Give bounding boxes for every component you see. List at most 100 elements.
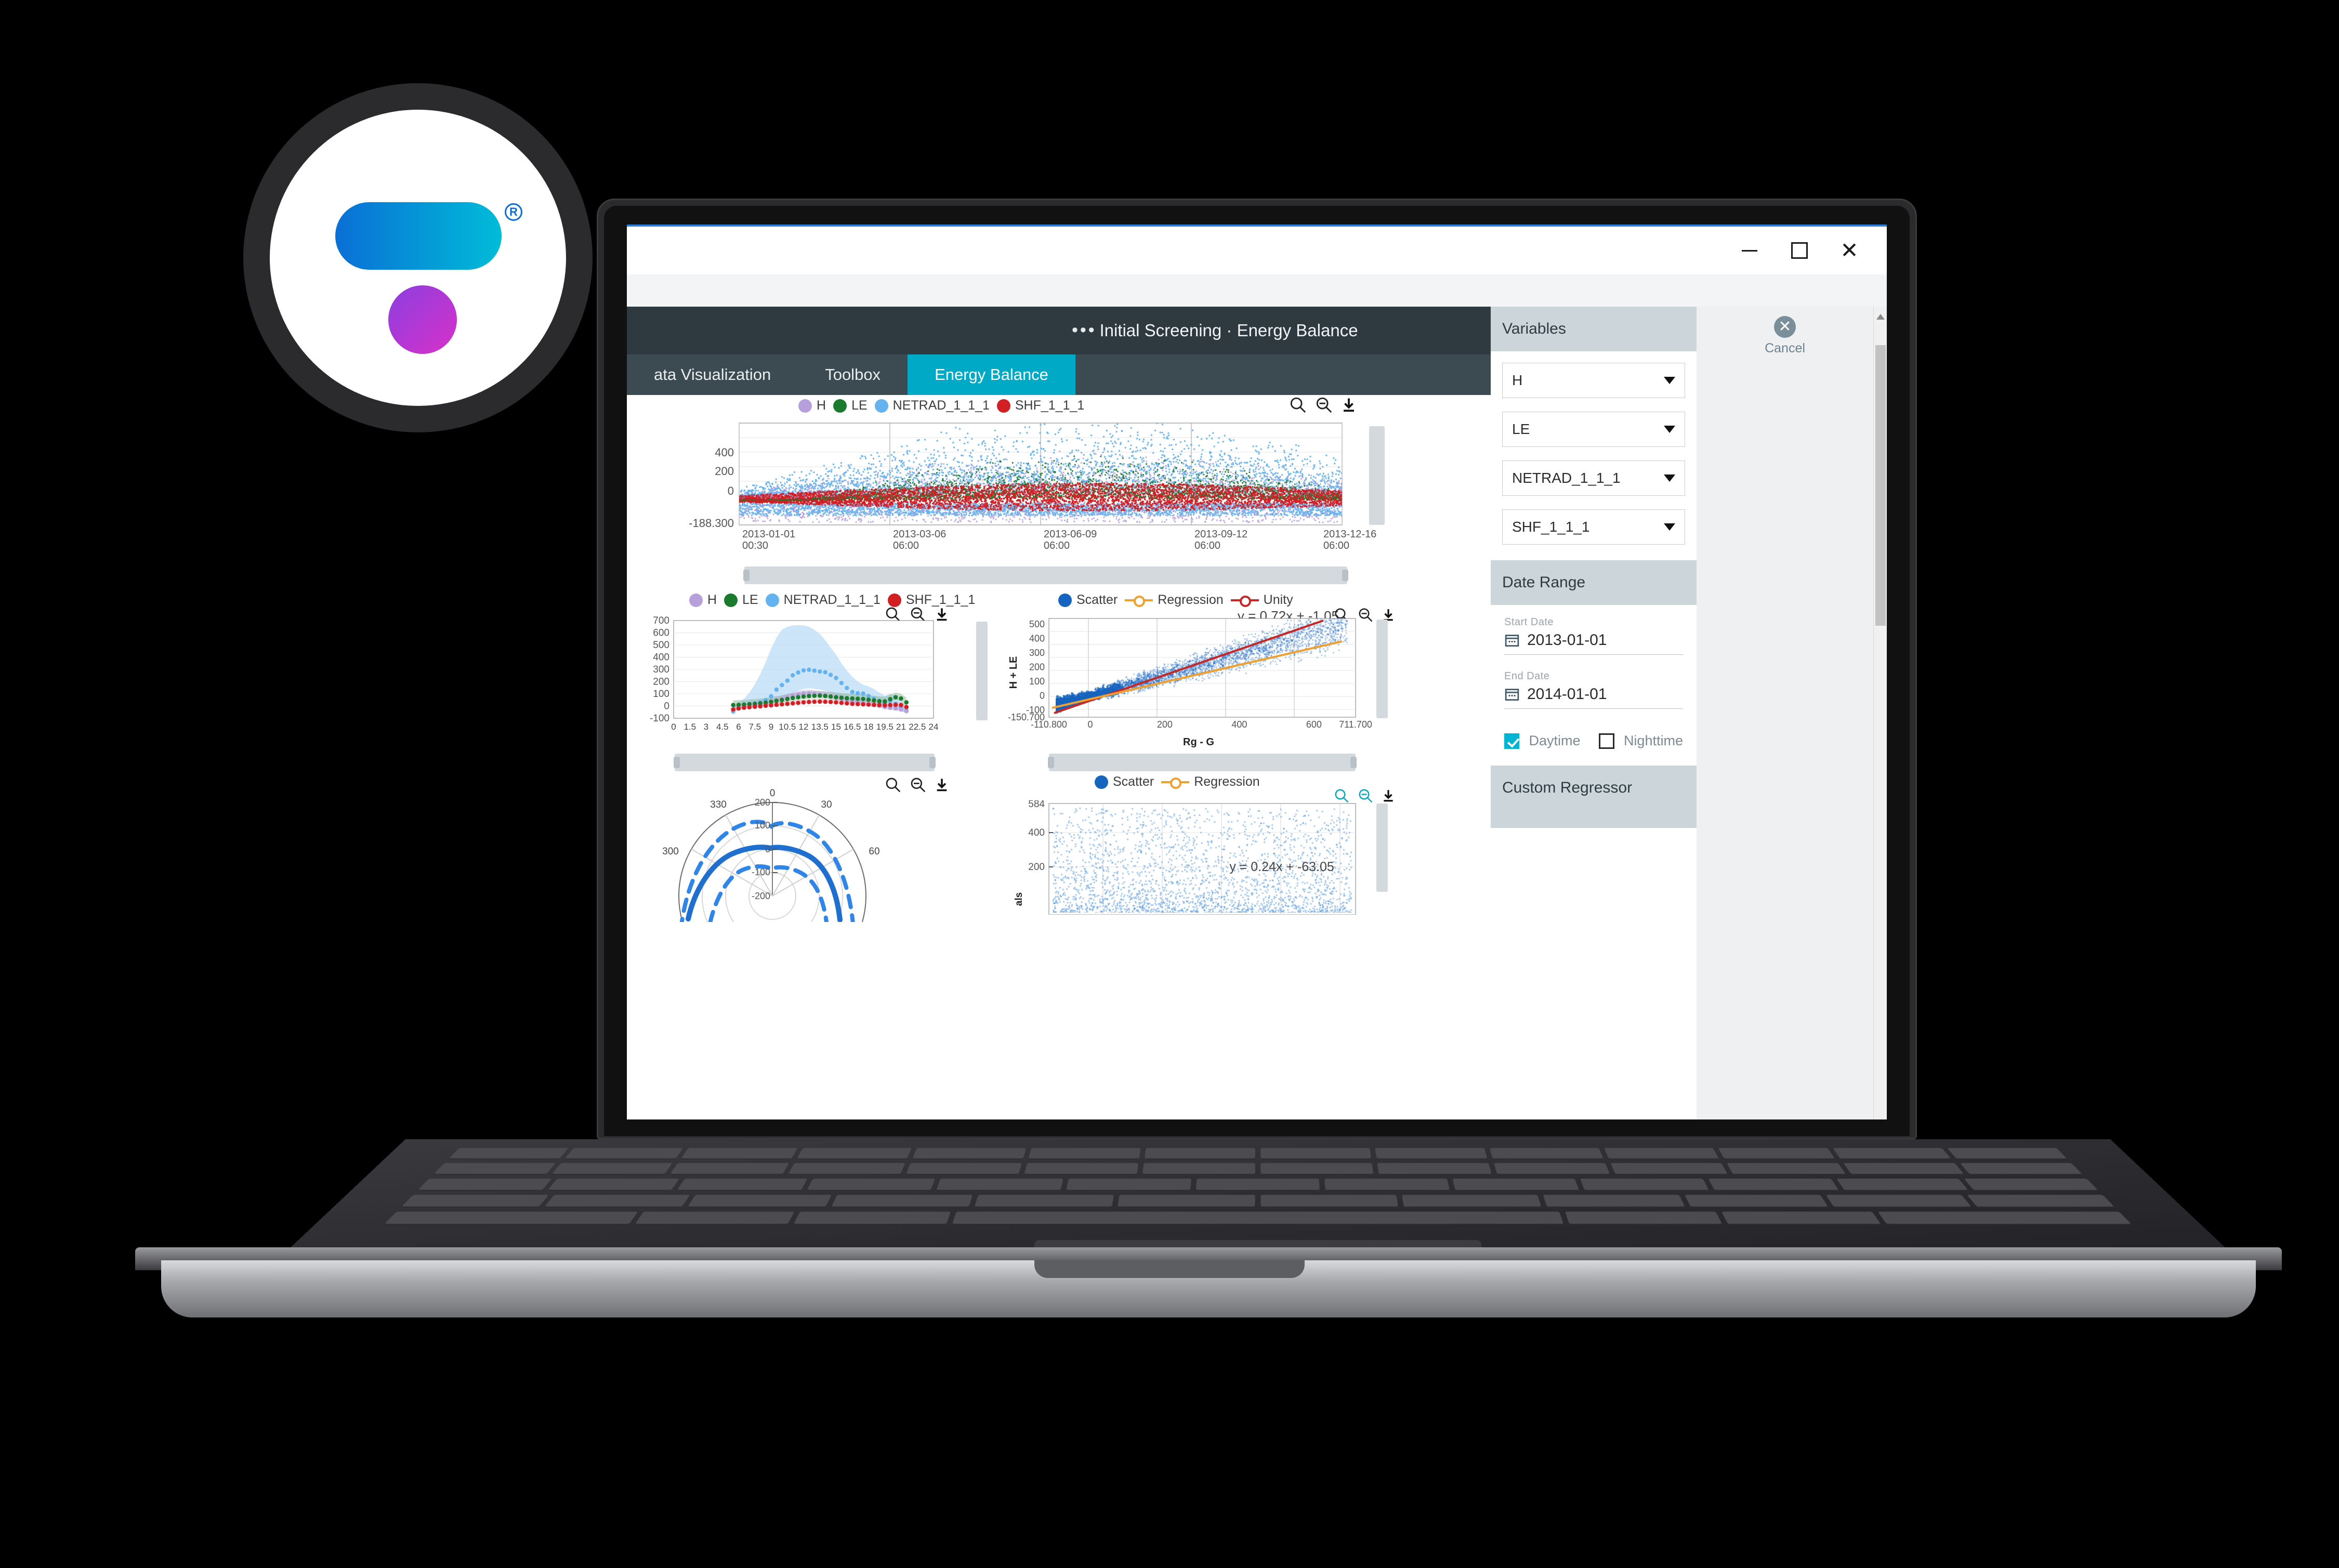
eb-point (1248, 634, 1250, 636)
eb-point (1270, 633, 1273, 635)
legend-item-le[interactable]: LE (833, 398, 868, 413)
eb-ytick: 0 (1040, 691, 1045, 701)
chart-timeseries-vertical-scrollbar[interactable] (1369, 426, 1385, 525)
eb-point (1210, 674, 1212, 676)
eb-point (1297, 644, 1299, 647)
eb-point (1190, 660, 1192, 662)
eb-point (1206, 665, 1208, 667)
chart-diurnal-vertical-scrollbar[interactable] (976, 622, 988, 720)
legend-label-h: H (707, 592, 717, 608)
eb-point (1230, 660, 1232, 662)
eb-point (1310, 652, 1312, 654)
scrollbar-thumb[interactable] (1875, 345, 1886, 626)
download-icon[interactable] (1341, 396, 1357, 414)
eb-point (1291, 640, 1293, 642)
tab-toolbox[interactable]: Toolbox (798, 354, 908, 395)
eb-point (1208, 667, 1210, 669)
eb-point (1334, 638, 1337, 641)
eb-point (1154, 668, 1156, 671)
eb-point (1207, 675, 1209, 677)
eb-point (1239, 667, 1241, 669)
eb-point (1307, 634, 1309, 636)
eb-point (1128, 681, 1130, 683)
eb-point (1276, 651, 1278, 653)
window-scrollbar[interactable] (1873, 307, 1887, 1119)
eb-point (1223, 662, 1225, 664)
legend-item-shf[interactable]: SHF_1_1_1 (887, 592, 975, 608)
zoom-out-icon[interactable] (1315, 396, 1333, 414)
eb-point (1176, 675, 1178, 677)
legend-item-shf[interactable]: SHF_1_1_1 (996, 398, 1084, 413)
eb-point (1305, 631, 1307, 634)
minimize-button[interactable] (1725, 234, 1775, 267)
legend-item-netrad[interactable]: NETRAD_1_1_1 (765, 592, 881, 608)
eb-point (1190, 679, 1192, 681)
eb-point (1245, 673, 1247, 675)
eb-point (1333, 618, 1336, 621)
eb-point (1332, 652, 1335, 654)
diurnal-point (850, 690, 855, 694)
eb-point (1178, 671, 1180, 674)
diurnal-point (845, 686, 849, 690)
eb-point (1290, 654, 1292, 656)
eb-point (1306, 620, 1308, 622)
close-button[interactable]: ✕ (1824, 234, 1874, 267)
eb-point (1237, 666, 1239, 668)
diurnal-point (834, 700, 838, 705)
eb-point (1146, 677, 1148, 679)
legend-item-netrad[interactable]: NETRAD_1_1_1 (874, 398, 990, 413)
overflow-menu-icon[interactable]: ••• (1072, 322, 1097, 339)
legend-swatch-le (724, 593, 738, 607)
eb-point (1219, 644, 1221, 647)
diurnal-point (796, 701, 800, 705)
eb-point (1288, 626, 1290, 628)
diurnal-ytick: -100 (650, 713, 669, 724)
eb-point (1166, 668, 1168, 670)
eb-point (1345, 620, 1347, 622)
eb-point (1244, 638, 1246, 640)
eb-point (1167, 677, 1169, 679)
eb-point (1265, 636, 1267, 638)
diurnal-ytick: 500 (653, 640, 669, 651)
eb-point (1315, 634, 1317, 636)
diurnal-ytick: 300 (653, 664, 669, 675)
eb-point (1331, 639, 1333, 641)
chart-eb-scatter-plot[interactable]: -150.700-1000100200300400500 H + LE -110… (991, 615, 1401, 748)
window-controls: ✕ (627, 227, 1887, 274)
legend-item-scatter[interactable]: Scatter (1058, 592, 1118, 608)
scroll-up-icon[interactable] (1876, 314, 1885, 320)
eb-point (1302, 652, 1304, 654)
legend-item-regression[interactable]: Regression (1125, 592, 1224, 608)
eb-point (1140, 689, 1142, 691)
eb-point (1295, 626, 1297, 628)
maximize-button[interactable] (1775, 234, 1824, 267)
eb-point (1216, 674, 1219, 676)
tab-data-visualization[interactable]: ata Visualization (627, 354, 798, 395)
eb-point (1273, 633, 1275, 635)
eb-point (1195, 679, 1197, 681)
eb-point (1246, 654, 1248, 656)
eb-point (1164, 667, 1167, 669)
diurnal-point (861, 702, 865, 707)
chart-diurnal-plot[interactable]: -1000100200300400500600700 0 1.5 3 4.5 6 7.5 9… (632, 616, 975, 746)
tab-energy-balance[interactable]: Energy Balance (908, 354, 1075, 395)
eb-point (1240, 658, 1242, 661)
legend-item-h[interactable]: H (798, 398, 826, 413)
chart-timeseries-plot[interactable]: 400 200 0 -188.300 2013-01-0100:30 2013-… (627, 420, 1401, 550)
legend-item-unity[interactable]: Unity (1230, 592, 1293, 608)
eb-point (1267, 633, 1269, 635)
timeseries-range-slider[interactable] (743, 566, 1348, 584)
eb-point (1284, 642, 1286, 644)
zoom-in-icon[interactable] (1289, 396, 1307, 414)
legend-swatch-h (689, 593, 703, 607)
eb-point (1340, 625, 1342, 627)
legend-item-h[interactable]: H (689, 592, 717, 608)
diurnal-point (774, 699, 779, 703)
legend-item-le[interactable]: LE (724, 592, 758, 608)
legend-swatch-netrad (874, 399, 888, 413)
eb-point (1118, 684, 1121, 687)
eb-point (1211, 654, 1213, 656)
eb-point (1235, 668, 1237, 671)
diurnal-point (828, 673, 833, 677)
diurnal-point (753, 704, 757, 709)
